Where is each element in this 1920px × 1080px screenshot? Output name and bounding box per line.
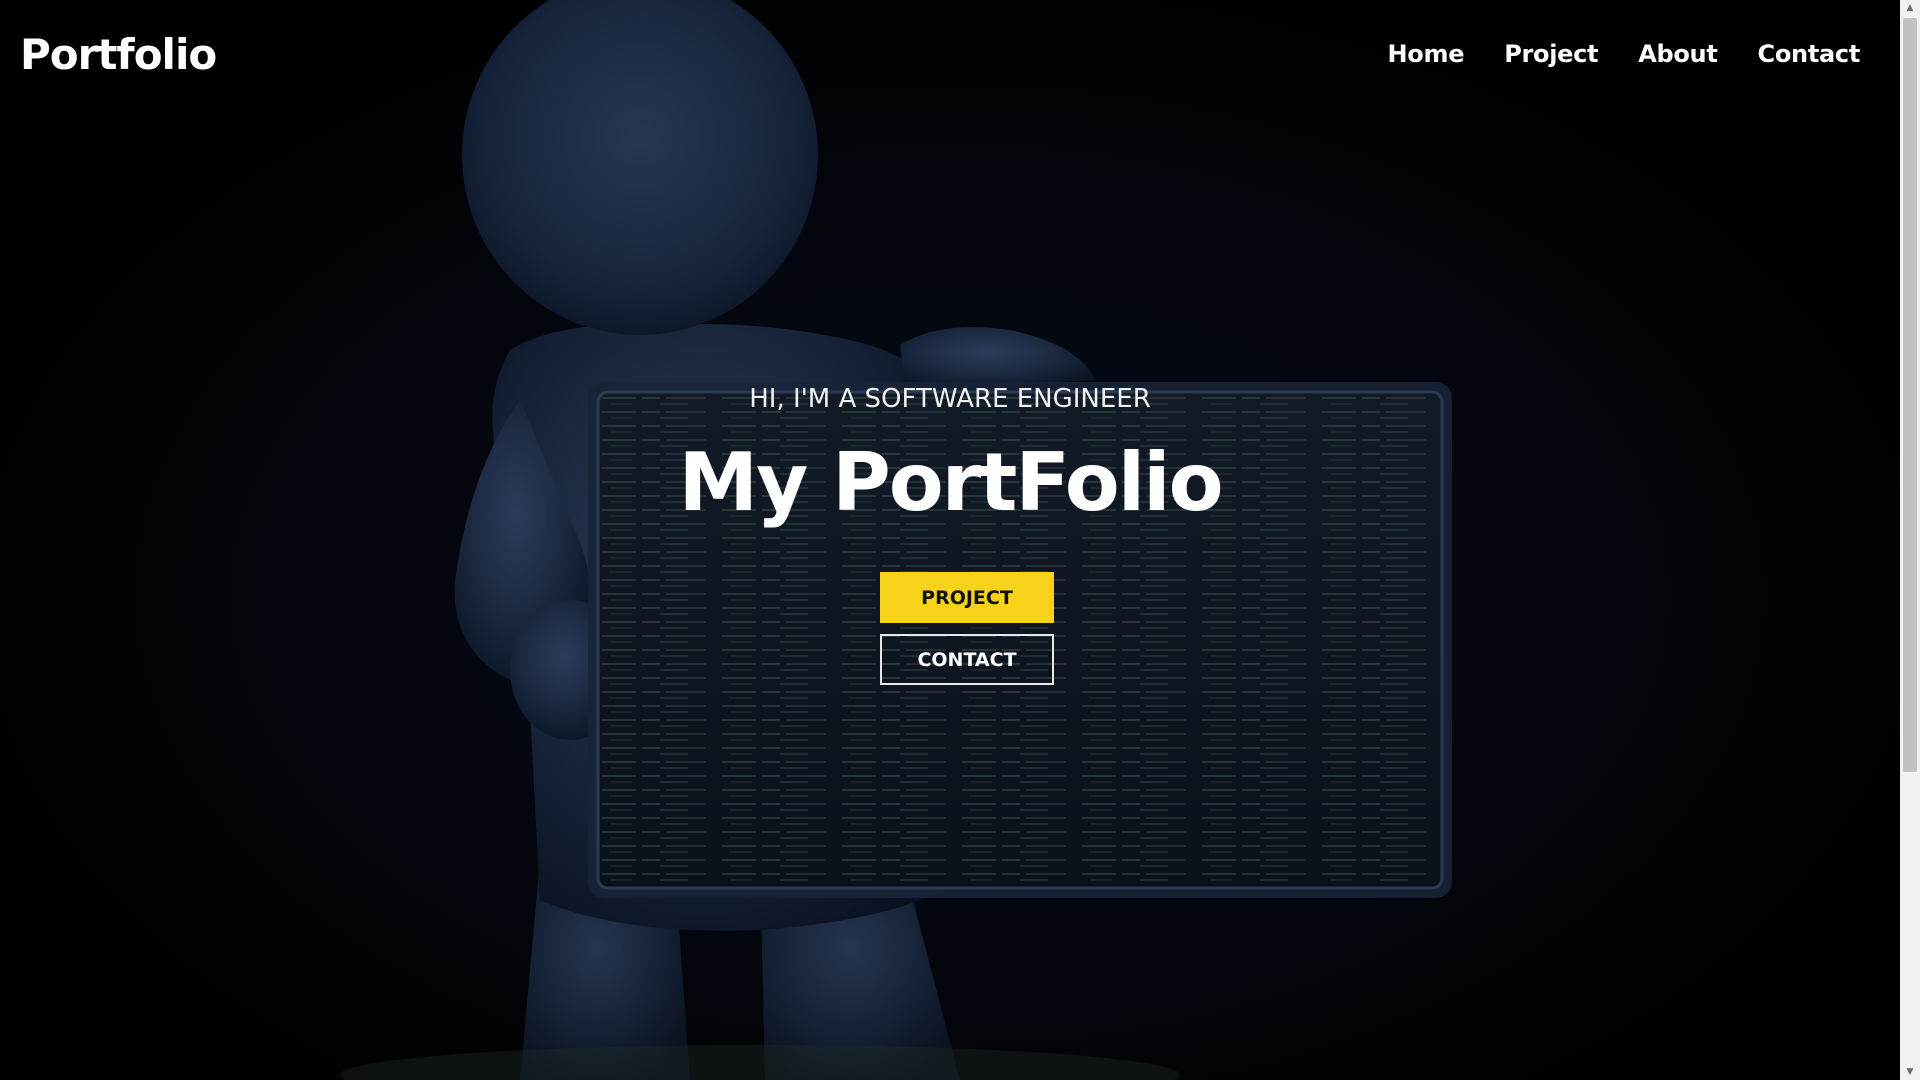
navbar: Portfolio Home Project About Contact	[0, 0, 1900, 112]
hero-subtitle: HI, I'M A SOFTWARE ENGINEER	[749, 384, 1151, 414]
scrollbar-thumb[interactable]	[1903, 18, 1917, 772]
hero-background-figure	[340, 0, 1452, 1080]
nav-links: Home Project About Contact	[1388, 40, 1861, 68]
nav-link-project[interactable]: Project	[1504, 40, 1598, 68]
contact-button[interactable]: CONTACT	[880, 634, 1054, 685]
nav-link-about[interactable]: About	[1638, 40, 1718, 68]
scroll-up-arrow-icon[interactable]: ▲	[1900, 0, 1920, 16]
nav-link-home[interactable]: Home	[1388, 40, 1465, 68]
scroll-down-arrow-icon[interactable]: ▼	[1900, 1064, 1920, 1080]
hero-title: My PortFolio	[678, 436, 1223, 529]
nav-link-contact[interactable]: Contact	[1758, 40, 1861, 68]
site-logo[interactable]: Portfolio	[20, 30, 217, 79]
vertical-scrollbar[interactable]: ▲ ▼	[1900, 0, 1920, 1080]
page-viewport: Portfolio Home Project About Contact HI,…	[0, 0, 1900, 1080]
project-button[interactable]: PROJECT	[880, 572, 1054, 623]
